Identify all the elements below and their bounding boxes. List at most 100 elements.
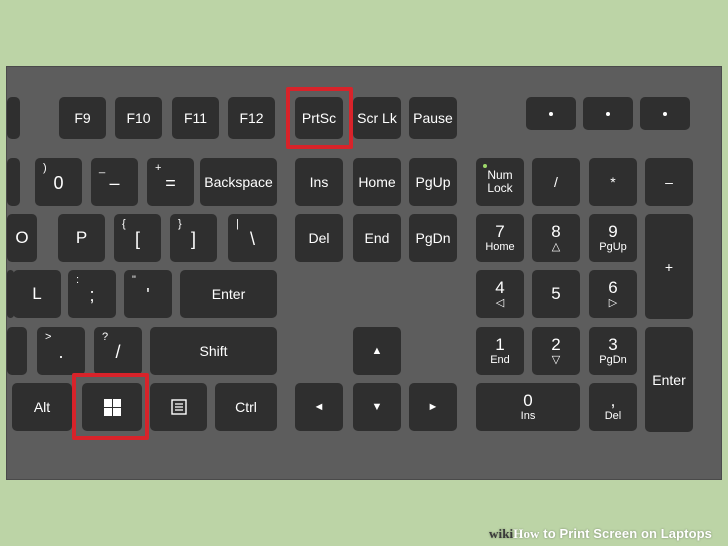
key-num3-sub: PgDn bbox=[599, 354, 627, 367]
key-pgdn-label: PgDn bbox=[415, 230, 451, 246]
indicator-light-3 bbox=[640, 97, 690, 130]
key-num-enter[interactable]: Enter bbox=[645, 327, 693, 432]
key-numlock-label-2: Lock bbox=[487, 181, 513, 195]
key-backslash[interactable]: | \ bbox=[228, 214, 277, 262]
key-num-plus[interactable]: + bbox=[645, 214, 693, 319]
context-menu-icon bbox=[170, 399, 187, 415]
key-lbracket[interactable]: { [ bbox=[114, 214, 161, 262]
key-num1[interactable]: 1 End bbox=[476, 327, 524, 375]
key-numlock[interactable]: Num Lock bbox=[476, 158, 524, 206]
key-semicolon[interactable]: : ; bbox=[68, 270, 116, 318]
key-scrlk-label: Scr Lk bbox=[357, 110, 397, 126]
key-slash-label: / bbox=[115, 342, 121, 362]
windows-key-highlight bbox=[72, 373, 149, 440]
key-ins-label: Ins bbox=[309, 174, 329, 190]
key-minus[interactable]: _ – bbox=[91, 158, 138, 206]
key-f10-label: F10 bbox=[126, 110, 151, 126]
key-num3[interactable]: 3 PgDn bbox=[589, 327, 637, 375]
key-zero-label: 0 bbox=[53, 173, 64, 193]
key-slash[interactable]: ? / bbox=[94, 327, 142, 375]
numlock-light-icon bbox=[483, 164, 487, 168]
key-f10[interactable]: F10 bbox=[115, 97, 162, 139]
key-backspace[interactable]: Backspace bbox=[200, 158, 277, 206]
key-num9[interactable]: 9 PgUp bbox=[589, 214, 637, 262]
key-rbracket[interactable]: } ] bbox=[170, 214, 217, 262]
key-minus-label: – bbox=[109, 173, 120, 193]
key-end[interactable]: End bbox=[353, 214, 401, 262]
key-f9-label: F9 bbox=[74, 110, 91, 126]
key-ins[interactable]: Ins bbox=[295, 158, 343, 206]
key-period[interactable]: > . bbox=[37, 327, 85, 375]
key-num5[interactable]: 5 bbox=[532, 270, 580, 318]
key-num-dot[interactable]: , Del bbox=[589, 383, 637, 431]
key-arrow-right[interactable]: ► bbox=[409, 383, 457, 431]
key-num2[interactable]: 2 ▽ bbox=[532, 327, 580, 375]
key-pause[interactable]: Pause bbox=[409, 97, 457, 139]
key-num7[interactable]: 7 Home bbox=[476, 214, 524, 262]
key-num4[interactable]: 4 ◁ bbox=[476, 270, 524, 318]
key-home[interactable]: Home bbox=[353, 158, 401, 206]
key-num8[interactable]: 8 △ bbox=[532, 214, 580, 262]
key-arrow-left[interactable]: ◄ bbox=[295, 383, 343, 431]
key-home-label: Home bbox=[358, 174, 396, 190]
key-num-minus[interactable]: – bbox=[645, 158, 693, 206]
key-l-label: L bbox=[32, 284, 42, 303]
key-enter[interactable]: Enter bbox=[180, 270, 277, 318]
key-menu[interactable] bbox=[150, 383, 207, 431]
indicator-light-1 bbox=[526, 97, 576, 130]
key-num-slash[interactable]: / bbox=[532, 158, 580, 206]
key-shift-label: Shift bbox=[199, 343, 228, 359]
key-num7-label: 7 bbox=[495, 221, 505, 241]
key-num0[interactable]: 0 Ins bbox=[476, 383, 580, 431]
key-num9-label: 9 bbox=[608, 221, 618, 241]
key-num-dot-sub: Del bbox=[604, 410, 622, 423]
key-quote[interactable]: " ' bbox=[124, 270, 172, 318]
key-l[interactable]: L bbox=[13, 270, 61, 318]
key-num-star[interactable]: * bbox=[589, 158, 637, 206]
key-num-plus-label: + bbox=[664, 258, 674, 275]
key-arrow-down[interactable]: ▼ bbox=[353, 383, 401, 431]
caption-title: to Print Screen on Laptops bbox=[539, 526, 712, 541]
key-num6-label: 6 bbox=[608, 277, 618, 297]
key-f11[interactable]: F11 bbox=[172, 97, 219, 139]
indicator-light-2 bbox=[583, 97, 633, 130]
key-p[interactable]: P bbox=[58, 214, 105, 262]
key-num3-label: 3 bbox=[608, 334, 618, 354]
key-f12[interactable]: F12 bbox=[228, 97, 275, 139]
key-num-star-label: * bbox=[610, 174, 616, 190]
key-rbracket-label: ] bbox=[190, 229, 196, 249]
key-num1-sub: End bbox=[490, 354, 510, 367]
key-num5-label: 5 bbox=[551, 284, 561, 303]
key-del-label: Del bbox=[308, 230, 330, 246]
key-quote-label: ' bbox=[146, 285, 150, 305]
wikihow-logo: wikiHow bbox=[489, 526, 540, 541]
key-num6[interactable]: 6 ▷ bbox=[589, 270, 637, 318]
key-equals-label: = bbox=[165, 173, 176, 193]
key-ctrl[interactable]: Ctrl bbox=[215, 383, 277, 431]
key-shift[interactable]: Shift bbox=[150, 327, 277, 375]
key-o-label: O bbox=[15, 228, 29, 247]
arrow-right-icon: ► bbox=[427, 401, 439, 413]
wikihow-logo-wiki: wiki bbox=[489, 526, 514, 541]
key-end-label: End bbox=[364, 230, 390, 246]
key-o[interactable]: O bbox=[7, 214, 37, 262]
key-f9[interactable]: F9 bbox=[59, 97, 106, 139]
key-pgup[interactable]: PgUp bbox=[409, 158, 457, 206]
key-backspace-label: Backspace bbox=[204, 174, 273, 190]
key-num4-sub: ◁ bbox=[495, 297, 505, 310]
key-alt[interactable]: Alt bbox=[12, 383, 72, 431]
key-num6-sub: ▷ bbox=[608, 297, 618, 310]
key-num2-sub: ▽ bbox=[551, 354, 561, 367]
key-equals[interactable]: + = bbox=[147, 158, 194, 206]
key-partial-left-5[interactable] bbox=[7, 327, 27, 375]
key-ctrl-label: Ctrl bbox=[235, 399, 257, 415]
key-scrlk[interactable]: Scr Lk bbox=[353, 97, 401, 139]
key-arrow-up[interactable]: ▲ bbox=[353, 327, 401, 375]
key-pgdn[interactable]: PgDn bbox=[409, 214, 457, 262]
key-del[interactable]: Del bbox=[295, 214, 343, 262]
key-zero[interactable]: ) 0 bbox=[35, 158, 82, 206]
key-partial-left[interactable] bbox=[7, 97, 20, 139]
key-f12-label: F12 bbox=[239, 110, 264, 126]
key-partial-left-2[interactable] bbox=[7, 158, 20, 206]
wikihow-logo-how: How bbox=[513, 526, 540, 541]
